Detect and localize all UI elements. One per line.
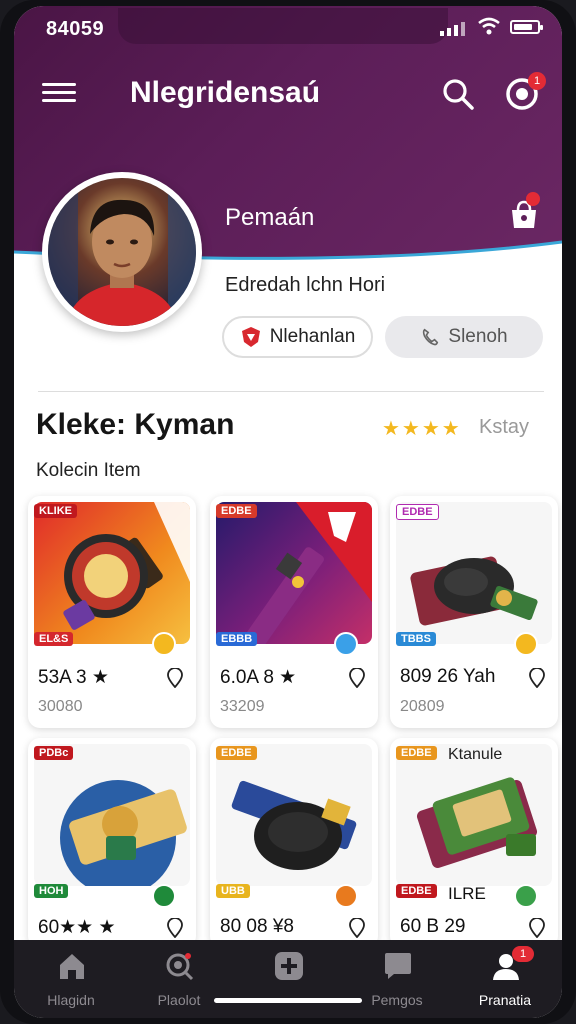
app-title: Nlegridensaú <box>130 76 321 109</box>
notification-button[interactable]: 1 <box>504 72 546 112</box>
item-illustration <box>410 556 538 626</box>
coin-icon <box>334 884 358 908</box>
phone-icon <box>423 328 439 346</box>
item-count: 33209 <box>220 698 265 715</box>
menu-button[interactable] <box>42 78 76 106</box>
battery-icon <box>510 20 543 34</box>
secondary-action-button[interactable]: Slenoh <box>385 316 543 358</box>
item-image <box>216 744 372 886</box>
item-tag-secondary: UBB <box>216 884 250 898</box>
divider <box>38 391 544 392</box>
profile-subtitle: Edredah lchn Hori <box>225 274 386 296</box>
item-illustration <box>246 502 372 644</box>
bottom-tab-bar: Hlagidn Plaolot Pemgos 1 Pranatia <box>14 940 562 1018</box>
badge-icon <box>334 632 358 656</box>
item-card[interactable]: KLIKE EL&S 53A 3 ★ 30080 <box>28 496 196 728</box>
item-tag-secondary: EL&S <box>34 632 74 646</box>
tab-chat[interactable]: Pemgos <box>342 940 452 1018</box>
bag-button[interactable] <box>506 192 542 232</box>
status-bar: 84059 <box>14 6 562 52</box>
item-subtitle: ILRE <box>448 884 486 903</box>
camera-notch <box>118 8 448 44</box>
item-count: 30080 <box>38 698 83 715</box>
screen: 84059 Nlegridensaú 1 Pemaán Edredah lchn… <box>14 6 562 1018</box>
phone-frame: 84059 Nlegridensaú 1 Pemaán Edredah lchn… <box>0 0 576 1024</box>
coin-icon <box>514 632 538 656</box>
tab-label: Pranatia <box>478 992 532 1008</box>
search-icon[interactable] <box>440 76 476 112</box>
rating-label: Kstay <box>479 416 530 438</box>
tab-explore[interactable]: Plaolot <box>124 940 234 1018</box>
location-pin-icon[interactable] <box>528 668 546 688</box>
item-count: 20809 <box>400 698 445 715</box>
notification-badge: 1 <box>528 72 546 90</box>
item-tag: KLIKE <box>34 504 77 518</box>
item-card[interactable]: EDBE Ktanule EDBE ILRE 60 B 29 <box>390 738 558 948</box>
explore-icon <box>166 953 194 981</box>
item-tag-secondary: EBBB <box>216 632 258 646</box>
secondary-action-label: Slenoh <box>448 326 508 347</box>
item-image <box>216 502 372 644</box>
item-image <box>396 502 552 644</box>
item-illustration <box>231 780 357 870</box>
tab-add[interactable] <box>233 940 343 1018</box>
chat-icon <box>385 953 411 979</box>
tab-profile[interactable]: 1 Pranatia <box>450 940 560 1018</box>
item-card[interactable]: EDBE EBBB 6.0A 8 ★ 33209 <box>210 496 378 728</box>
rating-stars: ★★★★ <box>382 418 462 440</box>
item-tag: EDBE <box>396 504 439 520</box>
shield-icon <box>241 327 260 347</box>
location-pin-icon[interactable] <box>348 918 366 938</box>
item-image <box>34 744 190 886</box>
badge-icon <box>152 884 176 908</box>
coin-icon <box>152 632 176 656</box>
location-pin-icon[interactable] <box>528 918 546 938</box>
item-illustration <box>416 777 538 868</box>
item-tag-secondary: HOH <box>34 884 69 898</box>
item-price: 60★★ ★ <box>38 917 116 938</box>
wifi-icon <box>478 17 500 35</box>
location-pin-icon[interactable] <box>166 668 184 688</box>
profile-tab-badge: 1 <box>512 946 534 962</box>
section-subtitle: Kolecin Item <box>36 460 141 481</box>
location-pin-icon[interactable] <box>348 668 366 688</box>
item-tag-secondary: TBBS <box>396 632 436 646</box>
add-icon <box>275 952 303 980</box>
primary-action-button[interactable]: Nlehanlan <box>222 316 373 358</box>
status-time: 84059 <box>46 18 105 40</box>
item-illustration <box>60 780 187 886</box>
profile-name: Pemaán <box>225 204 315 231</box>
tab-label: Hlagidn <box>47 992 95 1008</box>
tab-home[interactable]: Hlagidn <box>16 940 126 1018</box>
item-card[interactable]: PDBc HOH 60★★ ★ <box>28 738 196 948</box>
item-tag: EDBE <box>396 746 437 760</box>
avatar[interactable] <box>42 172 202 332</box>
item-tag: EDBE <box>216 746 257 760</box>
home-indicator <box>214 998 362 1003</box>
item-tag: EDBE <box>216 504 257 518</box>
signal-icon <box>440 22 465 36</box>
location-pin-icon[interactable] <box>166 918 184 938</box>
item-price: 809 26 Yah <box>400 666 496 687</box>
home-icon <box>60 954 84 979</box>
badge-icon <box>514 884 538 908</box>
item-card[interactable]: EDBE TBBS 809 26 Yah 20809 <box>390 496 558 728</box>
avatar-photo <box>48 178 196 326</box>
item-image <box>34 502 190 644</box>
section-title: Kleke: Kyman <box>36 408 235 441</box>
item-card[interactable]: EDBE UBB 80 08 ¥8 <box>210 738 378 948</box>
item-image <box>396 744 552 886</box>
item-price: 60 B 29 <box>400 916 466 937</box>
item-price: 53A 3 ★ <box>38 667 109 688</box>
hamburger-icon <box>42 83 76 86</box>
bag-badge <box>526 192 540 206</box>
primary-action-label: Nlehanlan <box>269 326 356 347</box>
item-tag: PDBc <box>34 746 74 760</box>
item-tag-secondary: EDBE <box>396 884 437 898</box>
item-price: 80 08 ¥8 <box>220 916 294 937</box>
item-title: Ktanule <box>448 746 503 763</box>
item-price: 6.0A 8 ★ <box>220 667 297 688</box>
item-illustration <box>63 502 190 630</box>
